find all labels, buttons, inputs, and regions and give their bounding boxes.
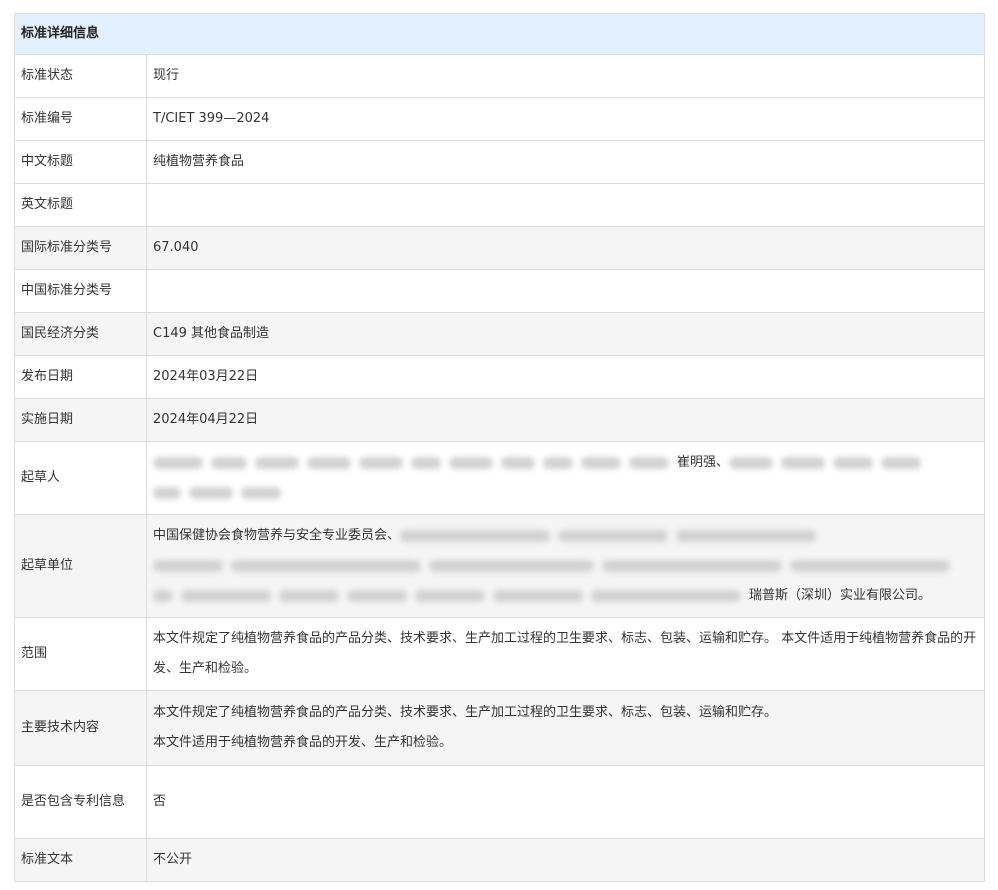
redacted-text (543, 456, 573, 469)
row-ccs: 中国标准分类号 (14, 269, 985, 313)
redacted-text (781, 456, 826, 469)
scope-value: 本文件规定了纯植物营养食品的产品分类、技术要求、生产加工过程的卫生要求、标志、包… (146, 617, 985, 691)
ics-value: 67.040 (146, 226, 985, 270)
publish-date-value: 2024年03月22日 (146, 355, 985, 399)
redacted-text (558, 529, 669, 542)
redacted-text (581, 456, 621, 469)
english-title-value (146, 183, 985, 227)
redacted-text (189, 486, 233, 499)
redacted-text (591, 589, 741, 602)
redacted-text (449, 456, 493, 469)
redacted-text (602, 559, 782, 572)
row-ics: 国际标准分类号 67.040 (14, 226, 985, 270)
standard-number-value: T/CIET 399—2024 (146, 97, 985, 141)
redacted-text (279, 589, 339, 602)
redacted-text (429, 559, 594, 572)
patent-info-value: 否 (146, 765, 985, 839)
patent-info-label: 是否包含专利信息 (14, 765, 147, 839)
scope-label: 范围 (14, 617, 147, 691)
redacted-text (411, 456, 441, 469)
ccs-label: 中国标准分类号 (14, 269, 147, 313)
standard-text-value: 不公开 (146, 838, 985, 882)
drafting-units-label: 起草单位 (14, 514, 147, 618)
redacted-text (153, 456, 203, 469)
implementation-date-label: 实施日期 (14, 398, 147, 442)
row-chinese-title: 中文标题 纯植物营养食品 (14, 140, 985, 184)
row-status: 标准状态 现行 (14, 54, 985, 98)
economy-class-label: 国民经济分类 (14, 312, 147, 356)
redacted-text (790, 559, 950, 572)
redacted-text (629, 456, 669, 469)
drafting-units-value: 中国保健协会食物营养与安全专业委员会、瑞普斯（深圳）实业有限公司。 (146, 514, 985, 618)
row-economy-class: 国民经济分类 C149 其他食品制造 (14, 312, 985, 356)
redacted-text (493, 589, 583, 602)
row-standard-text: 标准文本 不公开 (14, 838, 985, 882)
row-implementation-date: 实施日期 2024年04月22日 (14, 398, 985, 442)
chinese-title-value: 纯植物营养食品 (146, 140, 985, 184)
status-label: 标准状态 (14, 54, 147, 98)
table-title: 标准详细信息 (14, 13, 985, 55)
row-drafting-units: 起草单位 中国保健协会食物营养与安全专业委员会、瑞普斯（深圳）实业有限公司。 (14, 514, 985, 618)
publish-date-label: 发布日期 (14, 355, 147, 399)
redacted-text (400, 529, 551, 542)
row-publish-date: 发布日期 2024年03月22日 (14, 355, 985, 399)
redacted-text (153, 559, 223, 572)
redacted-text (729, 456, 774, 469)
redacted-text (501, 456, 535, 469)
redacted-text (153, 589, 173, 602)
standard-number-label: 标准编号 (14, 97, 147, 141)
drafters-label: 起草人 (14, 441, 147, 515)
row-standard-number: 标准编号 T/CIET 399—2024 (14, 97, 985, 141)
redacted-text (676, 529, 817, 542)
redacted-text (347, 589, 407, 602)
ccs-value (146, 269, 985, 313)
english-title-label: 英文标题 (14, 183, 147, 227)
economy-class-value: C149 其他食品制造 (146, 312, 985, 356)
redacted-text (359, 456, 403, 469)
standard-text-label: 标准文本 (14, 838, 147, 882)
drafters-value: 崔明强、 (146, 441, 985, 515)
technical-content-line-1: 本文件规定了纯植物营养食品的产品分类、技术要求、生产加工过程的卫生要求、标志、包… (153, 705, 778, 720)
row-scope: 范围 本文件规定了纯植物营养食品的产品分类、技术要求、生产加工过程的卫生要求、标… (14, 617, 985, 691)
table-header-row: 标准详细信息 (14, 13, 985, 55)
row-drafters: 起草人 崔明强、 (14, 441, 985, 515)
redacted-text (241, 486, 281, 499)
main-technical-content-value: 本文件规定了纯植物营养食品的产品分类、技术要求、生产加工过程的卫生要求、标志、包… (146, 690, 985, 766)
ics-label: 国际标准分类号 (14, 226, 147, 270)
status-value: 现行 (146, 54, 985, 98)
chinese-title-label: 中文标题 (14, 140, 147, 184)
standard-detail-table: 标准详细信息 标准状态 现行 标准编号 T/CIET 399—2024 中文标题… (14, 13, 985, 882)
row-english-title: 英文标题 (14, 183, 985, 227)
implementation-date-value: 2024年04月22日 (146, 398, 985, 442)
page: 标准详细信息 标准状态 现行 标准编号 T/CIET 399—2024 中文标题… (0, 0, 998, 890)
redacted-text (231, 559, 421, 572)
drafter-name-visible: 崔明强、 (677, 455, 730, 470)
redacted-text (255, 456, 299, 469)
main-technical-content-label: 主要技术内容 (14, 690, 147, 766)
redacted-text (307, 456, 351, 469)
drafting-unit-visible-end: 瑞普斯（深圳）实业有限公司。 (749, 588, 932, 603)
row-patent-info: 是否包含专利信息 否 (14, 765, 985, 839)
drafting-unit-visible-start: 中国保健协会食物营养与安全专业委员会、 (153, 528, 401, 543)
redacted-text (881, 456, 922, 469)
technical-content-line-2: 本文件适用于纯植物营养食品的开发、生产和检验。 (153, 735, 453, 750)
redacted-text (833, 456, 874, 469)
redacted-text (211, 456, 247, 469)
redacted-text (181, 589, 271, 602)
row-main-technical-content: 主要技术内容 本文件规定了纯植物营养食品的产品分类、技术要求、生产加工过程的卫生… (14, 690, 985, 766)
redacted-text (415, 589, 485, 602)
redacted-text (153, 486, 181, 499)
